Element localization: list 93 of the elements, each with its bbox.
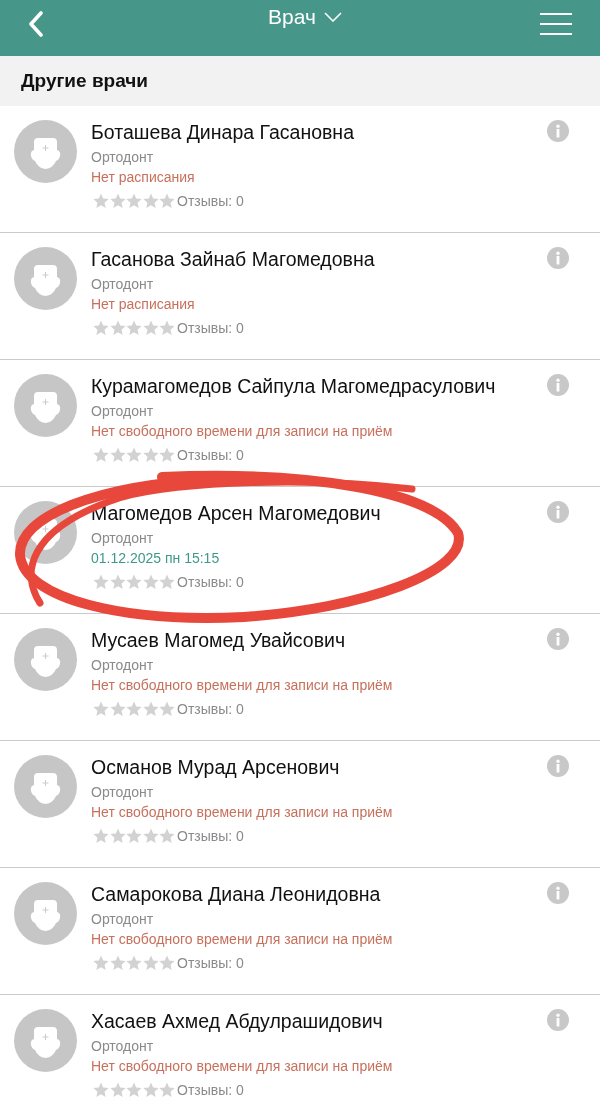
info-icon[interactable] — [547, 1009, 569, 1031]
specialty-text: Ортодонт — [91, 275, 154, 293]
star-icon — [159, 193, 175, 209]
reviews-count: Отзывы: 0 — [177, 192, 244, 210]
star-icon — [93, 955, 109, 971]
star-icon — [126, 574, 142, 590]
star-icon — [126, 1082, 142, 1098]
avatar-icon — [14, 374, 77, 437]
reviews-count: Отзывы: 0 — [177, 954, 244, 972]
doctor-name: Курамагомедов Сайпула Магомедрасулович — [91, 374, 496, 398]
status-text: Нет свободного времени для записи на приём — [91, 803, 393, 821]
back-icon[interactable] — [28, 11, 44, 37]
specialty-text: Ортодонт — [91, 1037, 154, 1055]
star-icon — [109, 193, 126, 209]
specialty-text: Ортодонт — [91, 402, 154, 420]
star-icon — [109, 1082, 126, 1098]
specialty-text: Ортодонт — [91, 910, 154, 928]
star-icon — [142, 1082, 159, 1098]
avatar-icon — [14, 1009, 77, 1072]
status-text: Нет свободного времени для записи на приём — [91, 676, 393, 694]
star-icon — [159, 1082, 175, 1098]
status-text: Нет свободного времени для записи на приём — [91, 930, 393, 948]
star-icon — [93, 828, 109, 844]
star-icon — [159, 574, 175, 590]
title-dropdown[interactable]: Врач — [268, 4, 342, 30]
star-icon — [159, 828, 175, 844]
star-icon — [109, 574, 126, 590]
doctor-name: Гасанова Зайнаб Магомедовна — [91, 247, 375, 271]
info-icon[interactable] — [547, 628, 569, 650]
status-text: Нет свободного времени для записи на приём — [91, 422, 393, 440]
star-icon — [159, 320, 175, 336]
star-icon — [142, 193, 159, 209]
star-icon — [126, 447, 142, 463]
chevron-down-icon — [323, 12, 342, 22]
info-icon[interactable] — [547, 501, 569, 523]
reviews-count: Отзывы: 0 — [177, 319, 244, 337]
status-text: Нет расписания — [91, 295, 195, 313]
info-icon[interactable] — [547, 755, 569, 777]
reviews-count: Отзывы: 0 — [177, 573, 244, 591]
reviews-count: Отзывы: 0 — [177, 700, 244, 718]
specialty-text: Ортодонт — [91, 783, 154, 801]
avatar-icon — [14, 755, 77, 818]
avatar-icon — [14, 247, 77, 310]
star-icon — [109, 955, 126, 971]
doctor-name: Боташева Динара Гасановна — [91, 120, 354, 144]
info-icon[interactable] — [547, 882, 569, 904]
reviews-count: Отзывы: 0 — [177, 1081, 244, 1099]
doctor-name: Хасаев Ахмед Абдулрашидович — [91, 1009, 383, 1033]
star-icon — [159, 955, 175, 971]
avatar-icon — [14, 628, 77, 691]
status-text: 01.12.2025 пн 15:15 — [91, 549, 220, 567]
status-text: Нет расписания — [91, 168, 195, 186]
star-icon — [142, 701, 159, 717]
info-icon[interactable] — [547, 374, 569, 396]
menu-icon[interactable] — [540, 13, 572, 35]
avatar-icon — [14, 501, 77, 564]
avatar-icon — [14, 120, 77, 183]
specialty-text: Ортодонт — [91, 529, 154, 547]
info-icon[interactable] — [547, 120, 569, 142]
doctor-name: Османов Мурад Арсенович — [91, 755, 340, 779]
star-icon — [109, 320, 126, 336]
star-icon — [142, 955, 159, 971]
doctor-name: Магомедов Арсен Магомедович — [91, 501, 381, 525]
doctor-name: Мусаев Магомед Увайсович — [91, 628, 346, 652]
specialty-text: Ортодонт — [91, 656, 154, 674]
star-icon — [109, 447, 126, 463]
star-icon — [126, 955, 142, 971]
reviews-count: Отзывы: 0 — [177, 827, 244, 845]
star-icon — [142, 447, 159, 463]
star-icon — [93, 574, 109, 590]
star-icon — [93, 1082, 109, 1098]
status-text: Нет свободного времени для записи на приём — [91, 1057, 393, 1075]
star-icon — [109, 828, 126, 844]
star-icon — [126, 193, 142, 209]
section-title: Другие врачи — [21, 70, 148, 92]
info-icon[interactable] — [547, 247, 569, 269]
star-icon — [126, 828, 142, 844]
star-icon — [109, 701, 126, 717]
star-icon — [93, 193, 109, 209]
star-icon — [126, 320, 142, 336]
star-icon — [93, 447, 109, 463]
star-icon — [93, 701, 109, 717]
specialty-text: Ортодонт — [91, 148, 154, 166]
star-icon — [93, 320, 109, 336]
star-icon — [142, 320, 159, 336]
star-icon — [159, 701, 175, 717]
reviews-count: Отзывы: 0 — [177, 446, 244, 464]
star-icon — [142, 574, 159, 590]
star-icon — [142, 828, 159, 844]
star-icon — [159, 447, 175, 463]
avatar-icon — [14, 882, 77, 945]
doctor-name: Самарокова Диана Леонидовна — [91, 882, 381, 906]
star-icon — [126, 701, 142, 717]
